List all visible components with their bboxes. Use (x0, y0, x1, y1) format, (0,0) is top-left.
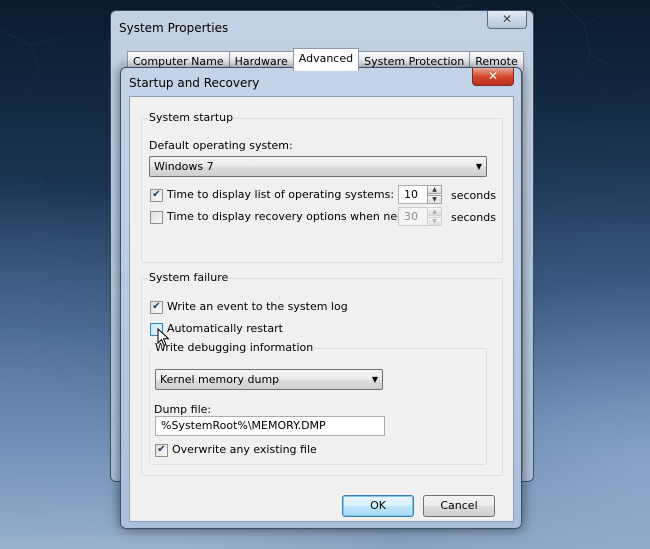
mouse-cursor-icon (157, 328, 170, 347)
auto-restart-label: Automatically restart (167, 322, 283, 335)
display-list-label: Time to display list of operating system… (167, 188, 395, 201)
default-os-label: Default operating system: (149, 139, 293, 152)
overwrite-label: Overwrite any existing file (172, 443, 317, 456)
default-os-value: Windows 7 (154, 160, 214, 173)
ok-button[interactable]: OK (342, 495, 414, 517)
display-list-spinner[interactable]: 10 ▲ ▼ (398, 185, 442, 204)
spin-down-icon[interactable]: ▼ (427, 195, 442, 204)
tab-advanced[interactable]: Advanced (292, 48, 360, 71)
display-recovery-checkbox[interactable]: Time to display recovery options when ne… (150, 210, 428, 224)
startup-recovery-dialog: Startup and Recovery ✕ System startup De… (120, 67, 522, 529)
display-list-seconds-input[interactable]: 10 (398, 185, 428, 204)
spin-down-icon: ▼ (427, 217, 442, 226)
group-title: System failure (148, 271, 230, 285)
display-list-unit: seconds (451, 189, 496, 202)
dump-file-label: Dump file: (154, 403, 212, 416)
dump-type-dropdown[interactable]: Kernel memory dump ▼ (155, 369, 383, 390)
dump-type-value: Kernel memory dump (160, 373, 280, 386)
display-recovery-unit: seconds (451, 211, 496, 224)
dialog-title: Startup and Recovery (129, 76, 260, 90)
checkbox-box (150, 210, 163, 224)
display-recovery-label: Time to display recovery options when ne… (167, 210, 429, 223)
group-title: System startup (148, 111, 235, 125)
display-recovery-seconds-input: 30 (398, 207, 428, 226)
spin-up-icon[interactable]: ▲ (427, 185, 442, 194)
close-icon[interactable]: ✕ (487, 11, 527, 29)
chevron-down-icon: ▼ (371, 375, 378, 384)
spin-up-icon: ▲ (427, 207, 442, 216)
write-event-checkbox[interactable]: ✔ Write an event to the system log (150, 300, 348, 314)
window-title: System Properties (119, 21, 229, 35)
overwrite-checkbox[interactable]: ✔ Overwrite any existing file (155, 443, 317, 457)
dialog-body: System startup Default operating system:… (129, 96, 514, 522)
display-recovery-spinner: 30 ▲ ▼ (398, 207, 442, 226)
dump-file-input[interactable]: %SystemRoot%\MEMORY.DMP (155, 416, 385, 436)
display-list-checkbox[interactable]: ✔ Time to display list of operating syst… (150, 188, 394, 202)
default-os-dropdown[interactable]: Windows 7 ▼ (149, 156, 487, 177)
dialog-close-icon[interactable]: ✕ (472, 68, 514, 86)
cancel-button[interactable]: Cancel (423, 495, 495, 517)
write-event-label: Write an event to the system log (167, 300, 348, 313)
chevron-down-icon: ▼ (475, 162, 482, 171)
checkmark-icon: ✔ (150, 188, 163, 202)
checkmark-icon: ✔ (150, 300, 163, 314)
checkmark-icon: ✔ (155, 443, 168, 457)
group-title: Write debugging information (154, 341, 315, 355)
